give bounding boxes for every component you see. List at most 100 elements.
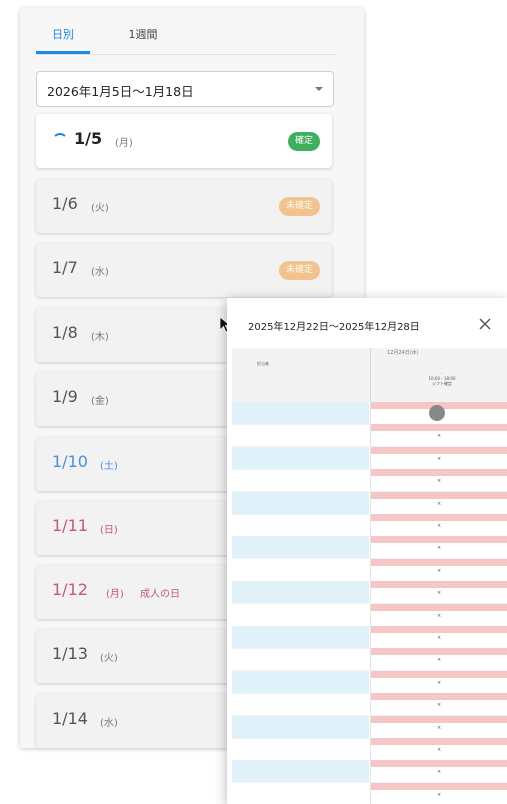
unavailable-band [371, 514, 507, 521]
day-date: 1/8 [52, 323, 78, 342]
grid-cell-staff[interactable] [232, 670, 369, 693]
grid-cell-shift[interactable]: × [370, 782, 507, 804]
grid-row: × [232, 648, 507, 672]
grid-row: × [232, 603, 507, 627]
grid-row: × [232, 760, 507, 784]
grid-cell-shift[interactable]: × [370, 693, 507, 716]
grid-cell-shift[interactable]: × [370, 715, 507, 738]
unavailable-band [371, 558, 507, 566]
grid-row: × [232, 626, 507, 649]
grid-cell-staff[interactable] [232, 783, 369, 804]
grid-cell-staff[interactable] [232, 559, 369, 581]
grid-cell-shift[interactable]: × [370, 514, 507, 536]
unavailable-band [371, 581, 507, 589]
active-tab-indicator [36, 51, 90, 54]
grid-cell-shift[interactable]: × [370, 424, 507, 447]
shift-marker: × [437, 769, 442, 776]
day-weekday: (土) [100, 461, 118, 472]
grid-cell-staff[interactable] [232, 604, 369, 626]
grid-cell-staff[interactable] [232, 402, 369, 424]
grid-cell-shift[interactable]: × [370, 446, 507, 469]
unavailable-band [371, 648, 507, 656]
shift-marker: × [437, 724, 442, 731]
grid-cell-staff[interactable] [232, 514, 369, 536]
unavailable-band [371, 760, 507, 768]
day-weekday: (金) [91, 396, 109, 407]
shift-marker: × [437, 679, 442, 686]
day-date: 1/9 [52, 387, 78, 406]
close-icon[interactable] [477, 316, 493, 332]
unavailable-band [371, 446, 507, 454]
day-date: 1/13 [52, 644, 88, 663]
grid-row: × [232, 693, 507, 717]
loading-spinner-icon [52, 133, 68, 149]
grid-cell-shift[interactable]: × [370, 626, 507, 648]
day-weekday: (月) [115, 138, 133, 149]
grid-body: × × × × × × × × × × × × × × × × × × [232, 402, 507, 804]
grid-row: × [232, 715, 507, 739]
grid-cell-staff[interactable] [232, 626, 369, 648]
grid-cell-staff[interactable] [232, 469, 369, 491]
grid-cell-staff[interactable] [232, 648, 369, 670]
grid-cell-shift[interactable]: × [370, 469, 507, 492]
day-weekday: (水) [91, 267, 109, 278]
shift-marker: × [437, 635, 442, 641]
grid-cell-staff[interactable] [232, 715, 369, 738]
day-weekday: (日) [100, 525, 118, 536]
grid-cell-shift[interactable]: × [370, 603, 507, 626]
day-card[interactable]: 1/7 (水) 未確定 [36, 243, 332, 297]
touch-indicator [429, 405, 445, 421]
grid-cell-shift[interactable]: × [370, 738, 507, 760]
day-card[interactable]: 1/6 (火) 未確定 [36, 179, 332, 233]
grid-cell-staff[interactable] [232, 581, 369, 604]
grid-row: × [232, 670, 507, 694]
grid-cell-staff[interactable] [232, 446, 369, 469]
tab-weekly[interactable]: 1週間 [116, 18, 170, 54]
grid-row: × [232, 446, 507, 470]
holiday-label: 成人の日 [140, 589, 180, 600]
shift-cell[interactable]: - 10:00 - 18:00 シフト確定 [382, 371, 502, 386]
shift-marker: × [437, 500, 442, 507]
status-badge: 未確定 [278, 261, 320, 280]
day-date: 1/10 [52, 452, 88, 471]
shift-marker: × [437, 523, 442, 529]
day-weekday: (月) [106, 589, 124, 600]
chevron-down-icon [315, 87, 323, 91]
day-card[interactable]: 1/5 (月) 確定 [36, 114, 332, 168]
grid-cell-staff[interactable] [232, 738, 369, 760]
day-date: 1/7 [52, 258, 78, 277]
day-date: 1/11 [52, 516, 88, 535]
shift-marker: × [437, 791, 442, 798]
grid-cell-staff[interactable] [232, 536, 369, 559]
grid-cell-shift[interactable]: × [370, 648, 507, 671]
shift-marker: × [437, 567, 442, 574]
status-badge: 確定 [287, 132, 320, 151]
grid-cell-staff[interactable] [232, 424, 369, 446]
grid-cell-shift[interactable]: × [370, 491, 507, 514]
grid-cell-staff[interactable] [232, 760, 369, 783]
grid-cell-shift[interactable]: × [370, 581, 507, 604]
shift-marker: × [437, 612, 442, 619]
unavailable-band [371, 626, 507, 633]
column-divider [370, 348, 371, 402]
tab-daily[interactable]: 日別 [36, 18, 90, 54]
grid-row: × [232, 469, 507, 493]
shift-marker: × [437, 478, 442, 485]
grid-cell-staff[interactable] [232, 693, 369, 715]
date-range-value: 2026年1月5日〜1月18日 [47, 84, 194, 99]
dialog-title: 2025年12月22日〜2025年12月28日 [248, 322, 420, 333]
grid-cell-shift[interactable]: × [370, 558, 507, 581]
grid-cell-shift[interactable]: × [370, 670, 507, 693]
status-badge: 未確定 [278, 197, 320, 216]
grid-row: × [232, 558, 507, 582]
grid-cell-shift[interactable]: × [370, 536, 507, 559]
grid-cell-staff[interactable] [232, 491, 369, 514]
shift-marker: × [437, 545, 442, 552]
unavailable-band [371, 693, 507, 701]
grid-header: 12月24日(水) 担当者 - 10:00 - 18:00 シフト確定 [232, 348, 507, 402]
unavailable-band [371, 536, 507, 544]
unavailable-band [371, 715, 507, 723]
grid-cell-shift[interactable]: × [370, 760, 507, 783]
unavailable-band [371, 424, 507, 432]
date-range-select[interactable]: 2026年1月5日〜1月18日 [36, 71, 334, 107]
